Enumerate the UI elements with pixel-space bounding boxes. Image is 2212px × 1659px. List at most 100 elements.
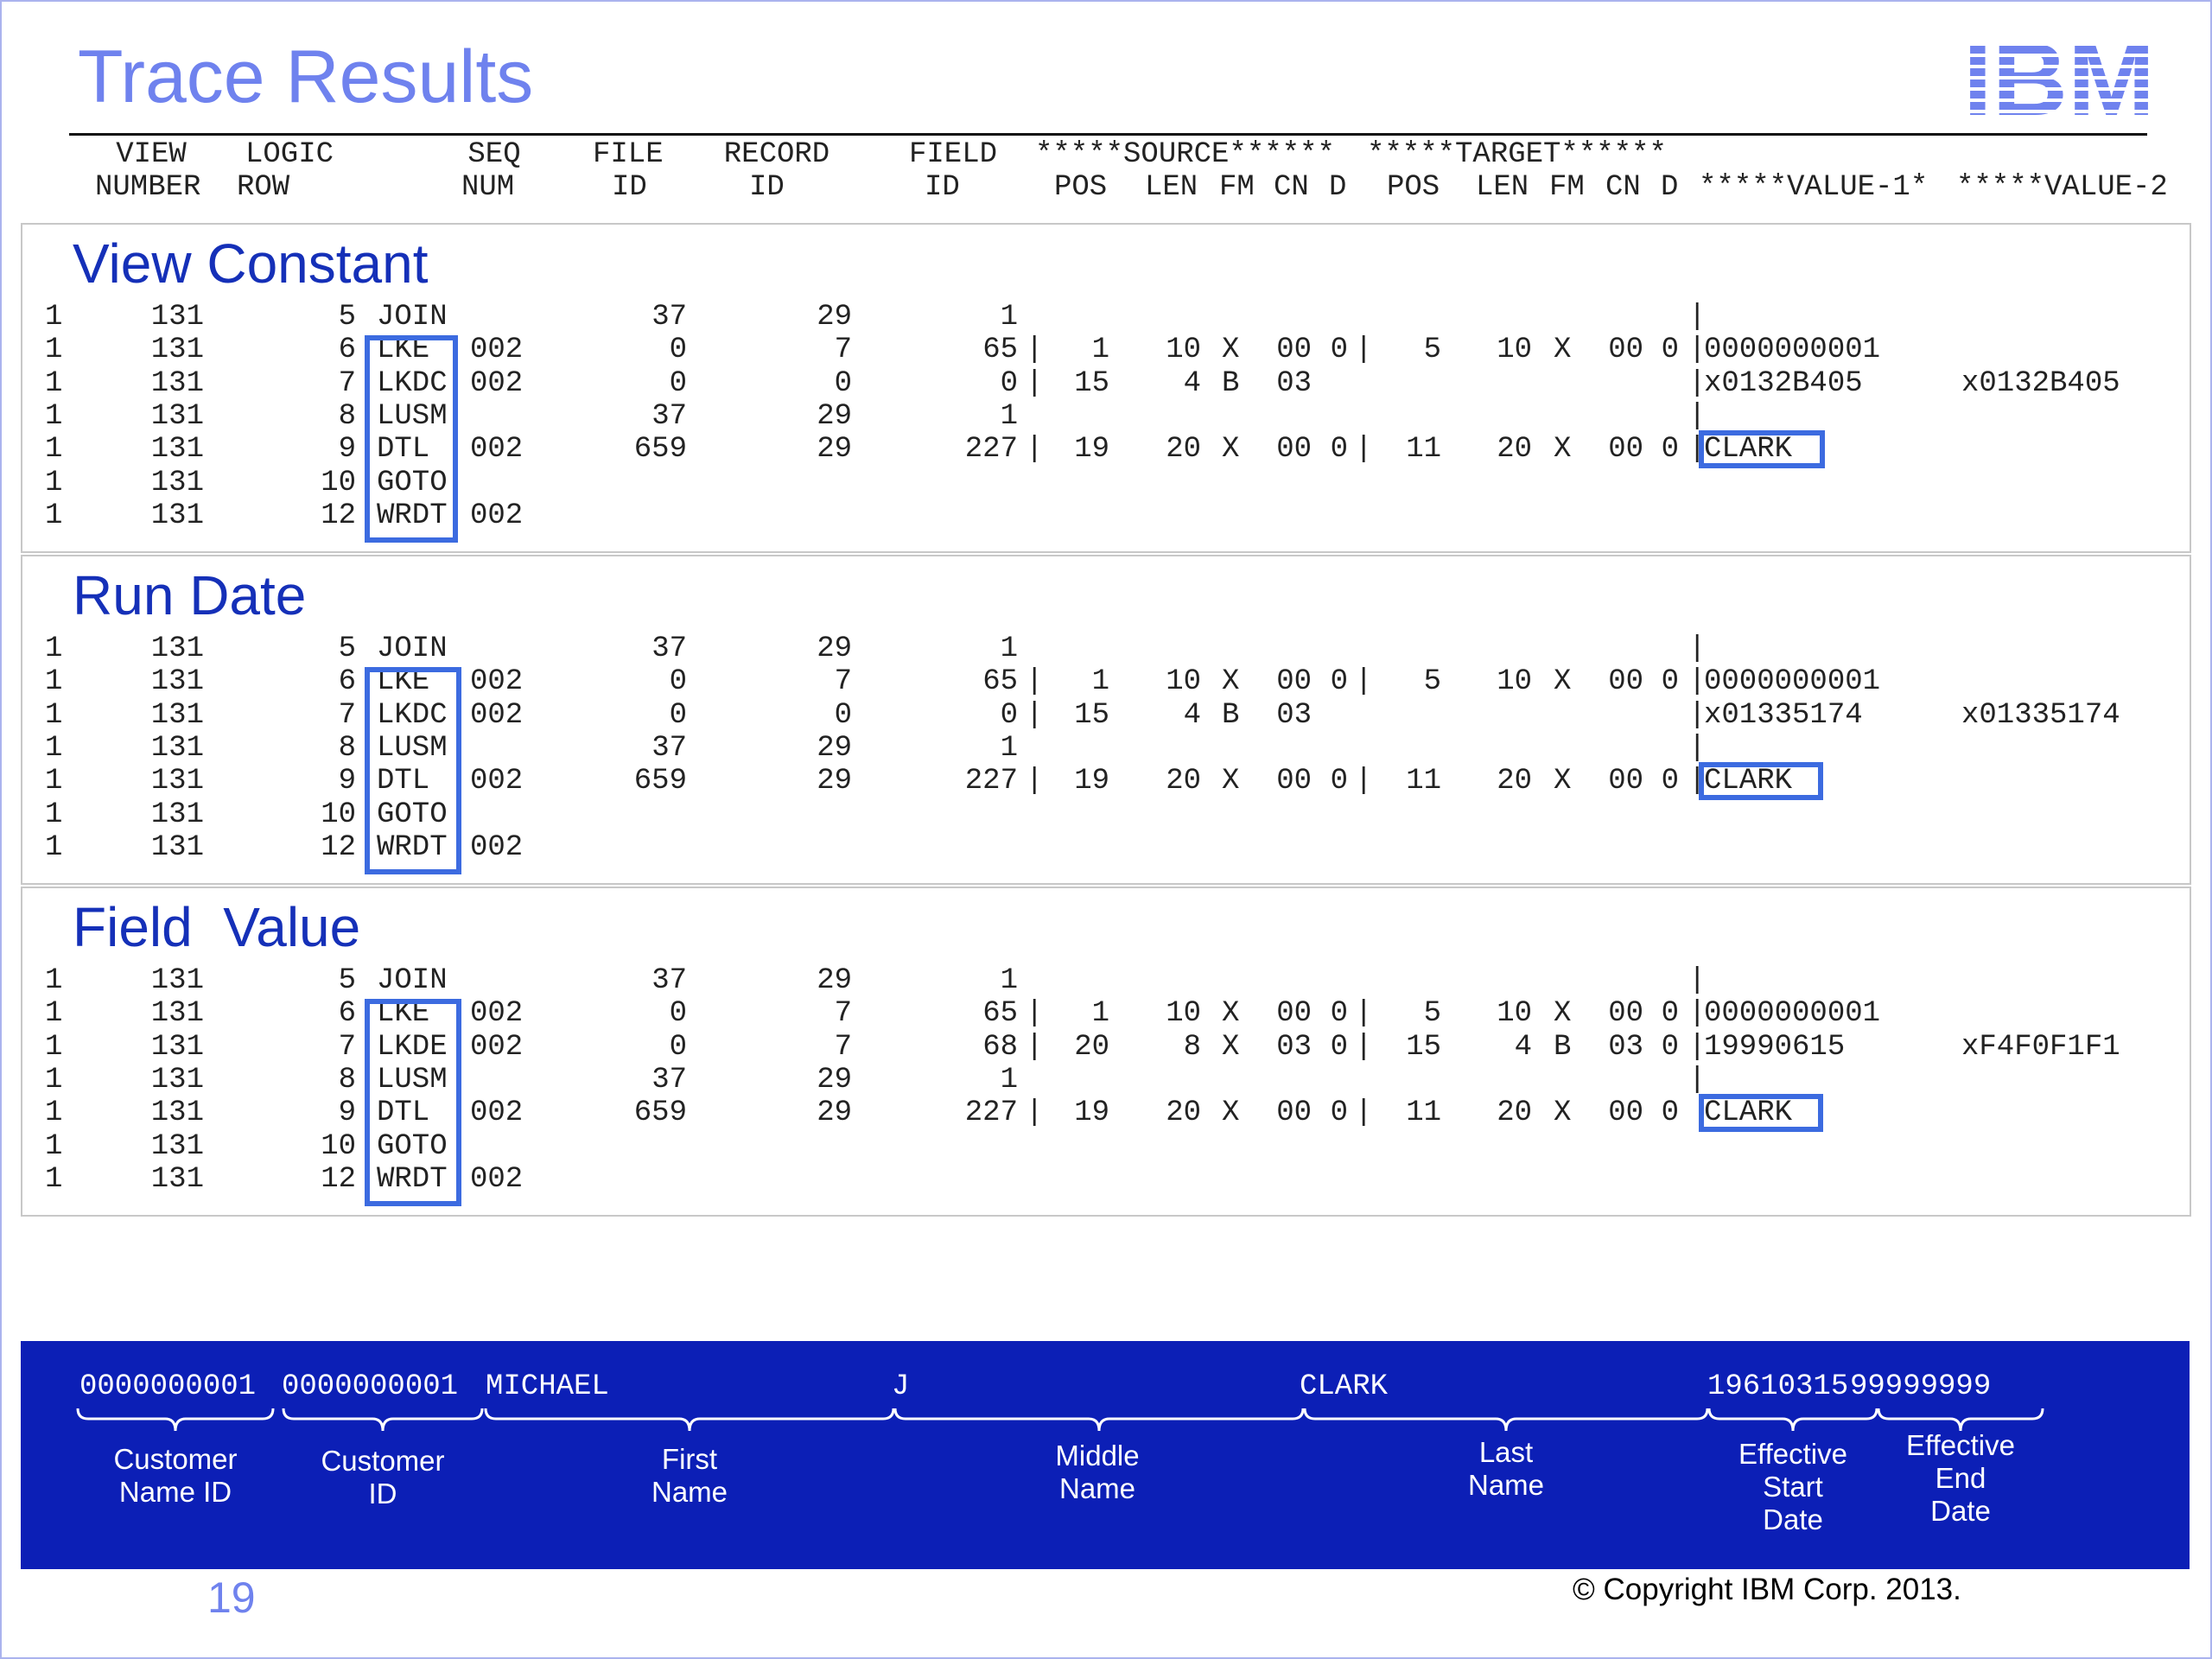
- cell-s-cn: 00: [1276, 765, 1312, 798]
- cell-t-len: 20: [1497, 1096, 1532, 1130]
- cell-rec: 29: [817, 399, 852, 433]
- cell-value1: 0000000001: [1704, 997, 1881, 1031]
- cell-lr: 002: [470, 665, 524, 699]
- cell-t-d: 0: [1661, 1030, 1679, 1064]
- cell-field: 1: [1000, 964, 1018, 997]
- cell-field: 1: [1000, 632, 1018, 665]
- column-header: FM: [1219, 171, 1255, 204]
- cell-row: 131: [150, 466, 204, 499]
- cell-s-fm: X: [1222, 433, 1240, 467]
- cell-seq: 9: [338, 433, 356, 467]
- cell-s-pos: 19: [1074, 1096, 1109, 1130]
- cell-s-sep: |: [1026, 698, 1044, 732]
- segment-brace: [893, 1408, 1305, 1432]
- cell-rec: 7: [834, 1030, 852, 1064]
- cell-t-fm: B: [1554, 1030, 1572, 1064]
- cell-seq: 7: [338, 366, 356, 400]
- cell-s-cn: 00: [1276, 997, 1312, 1031]
- cell-t-fm: X: [1554, 997, 1572, 1031]
- cell-view: 1: [45, 1096, 63, 1130]
- cell-t-cn: 00: [1608, 334, 1643, 367]
- cell-v-sep: |: [1688, 301, 1707, 334]
- cell-rec: 29: [817, 1096, 852, 1130]
- column-header: CN: [1274, 171, 1309, 204]
- cell-view: 1: [45, 433, 63, 467]
- cell-view: 1: [45, 466, 63, 499]
- record-segment: 0000000001: [79, 1370, 257, 1403]
- cell-view: 1: [45, 765, 63, 798]
- cell-row: 131: [150, 1096, 204, 1130]
- cell-s-cn: 00: [1276, 334, 1312, 367]
- column-header: FIELD: [908, 138, 998, 171]
- cell-t-len: 10: [1497, 334, 1532, 367]
- cell-t-cn: 00: [1608, 765, 1643, 798]
- cell-seq: 5: [338, 964, 356, 997]
- cell-view: 1: [45, 731, 63, 765]
- cell-s-pos: 15: [1074, 698, 1109, 732]
- cell-t-len: 4: [1514, 1030, 1532, 1064]
- field-label: Customer Name ID: [113, 1443, 238, 1508]
- cell-value1: 0000000001: [1704, 665, 1881, 699]
- cell-view: 1: [45, 798, 63, 831]
- cell-s-fm: X: [1222, 1096, 1240, 1130]
- cell-s-sep: |: [1026, 1096, 1044, 1130]
- cell-s-d: 0: [1330, 765, 1348, 798]
- column-header: *****SOURCE******: [1035, 138, 1335, 171]
- cell-field: 227: [964, 1096, 1018, 1130]
- cell-row: 131: [150, 1030, 204, 1064]
- cell-file: 37: [652, 1063, 687, 1096]
- cell-s-d: 0: [1330, 665, 1348, 699]
- trace-section: Run Date 1 131 5 JOIN 37 29 1 | 1 131 6 LKE 002 0 7 65 | 1…: [21, 555, 2191, 885]
- cell-view: 1: [45, 301, 63, 334]
- cell-t-d: 0: [1661, 665, 1679, 699]
- cell-lr: 002: [470, 1030, 524, 1064]
- cell-s-sep: |: [1026, 665, 1044, 699]
- cell-t-cn: 03: [1608, 1030, 1643, 1064]
- function-highlight-box: [365, 335, 458, 543]
- cell-s-pos: 19: [1074, 765, 1109, 798]
- cell-s-sep: |: [1026, 765, 1044, 798]
- cell-field: 227: [964, 765, 1018, 798]
- cell-t-pos: 11: [1406, 433, 1441, 467]
- cell-value1: x0132B405: [1704, 366, 1863, 400]
- cell-seq: 5: [338, 632, 356, 665]
- cell-seq: 10: [321, 466, 356, 499]
- cell-s-pos: 1: [1091, 997, 1109, 1031]
- segment-brace: [1877, 1408, 2044, 1432]
- column-header: LOGIC: [245, 138, 334, 171]
- cell-value1: 19990615: [1704, 1030, 1846, 1064]
- cell-t-pos: 15: [1406, 1030, 1441, 1064]
- cell-view: 1: [45, 1063, 63, 1096]
- cell-value2: x01335174: [1961, 698, 2120, 732]
- cell-t-sep: |: [1355, 665, 1373, 699]
- cell-t-len: 10: [1497, 665, 1532, 699]
- cell-field: 65: [982, 997, 1018, 1031]
- cell-file: 0: [669, 665, 687, 699]
- slide-title: Trace Results: [78, 35, 534, 118]
- cell-row: 131: [150, 698, 204, 732]
- column-header: POS: [1054, 171, 1108, 204]
- cell-s-d: 0: [1330, 433, 1348, 467]
- column-header: LEN: [1145, 171, 1198, 204]
- cell-file: 37: [652, 301, 687, 334]
- segment-brace: [484, 1408, 895, 1432]
- slide: Trace Results IBM VIEW LOGIC SEQ FILE RECORD…: [0, 0, 2212, 1659]
- cell-field: 65: [982, 334, 1018, 367]
- cell-v-sep: |: [1688, 731, 1707, 765]
- cell-func: JOIN: [377, 964, 448, 997]
- cell-view: 1: [45, 665, 63, 699]
- column-header: ROW: [237, 171, 290, 204]
- cell-row: 131: [150, 301, 204, 334]
- cell-view: 1: [45, 1129, 63, 1163]
- copyright-notice: © Copyright IBM Corp. 2013.: [1573, 1573, 1961, 1606]
- cell-t-len: 20: [1497, 433, 1532, 467]
- cell-s-pos: 15: [1074, 366, 1109, 400]
- cell-file: 659: [633, 433, 687, 467]
- cell-view: 1: [45, 997, 63, 1031]
- cell-s-fm: X: [1222, 665, 1240, 699]
- cell-lr: 002: [470, 830, 524, 864]
- cell-file: 659: [633, 765, 687, 798]
- cell-row: 131: [150, 997, 204, 1031]
- cell-t-cn: 00: [1608, 997, 1643, 1031]
- cell-s-fm: X: [1222, 765, 1240, 798]
